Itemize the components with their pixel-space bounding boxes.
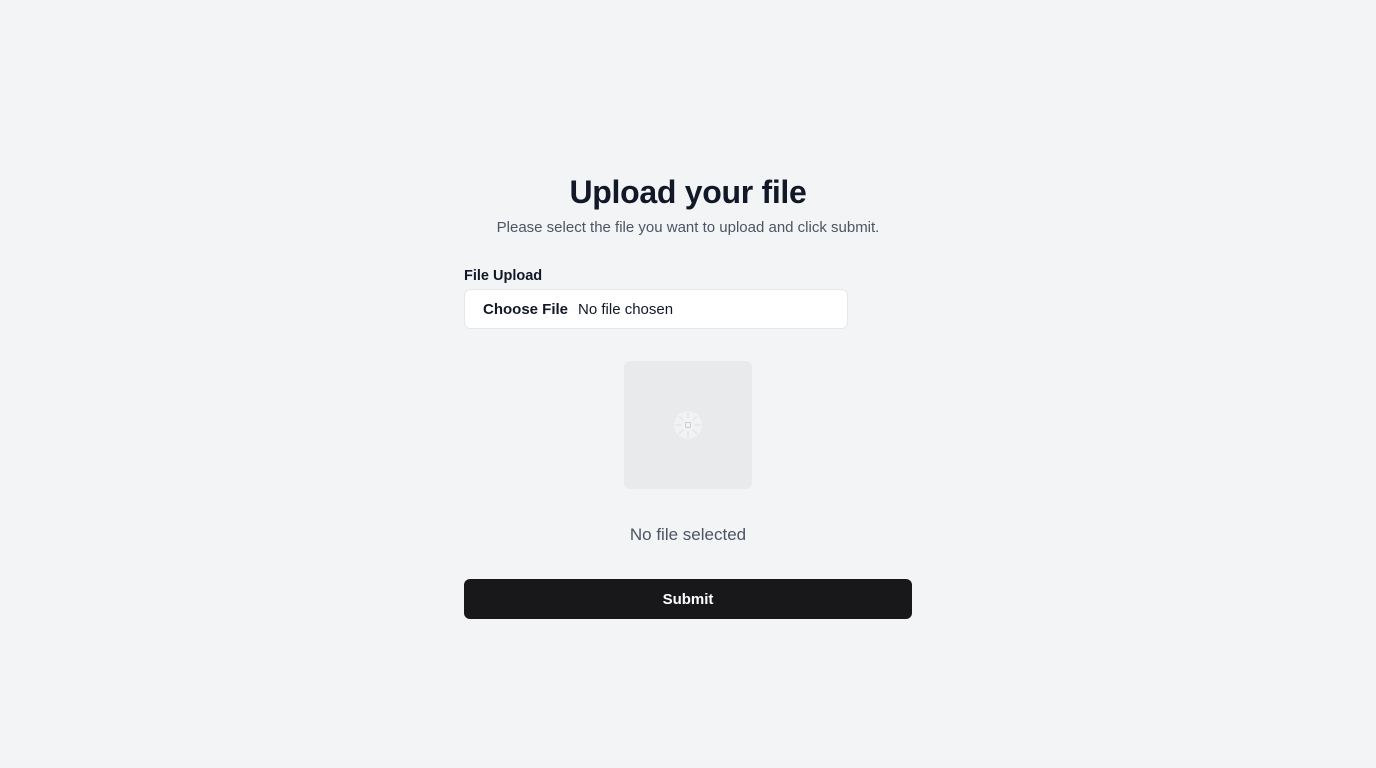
file-upload-label: File Upload bbox=[464, 268, 543, 284]
file-input-status: No file chosen bbox=[578, 300, 674, 318]
preview-wrapper bbox=[464, 361, 912, 489]
submit-button[interactable]: Submit bbox=[464, 579, 912, 619]
upload-form-container: Upload your file Please select the file … bbox=[464, 172, 912, 619]
page-subtitle: Please select the file you want to uploa… bbox=[496, 219, 880, 236]
no-file-selected-text: No file selected bbox=[629, 525, 747, 544]
file-input[interactable]: Choose File No file chosen bbox=[464, 289, 848, 329]
file-preview bbox=[624, 361, 752, 489]
image-placeholder-icon bbox=[674, 411, 702, 439]
choose-file-button[interactable]: Choose File bbox=[483, 301, 568, 318]
page-title: Upload your file bbox=[569, 174, 807, 210]
